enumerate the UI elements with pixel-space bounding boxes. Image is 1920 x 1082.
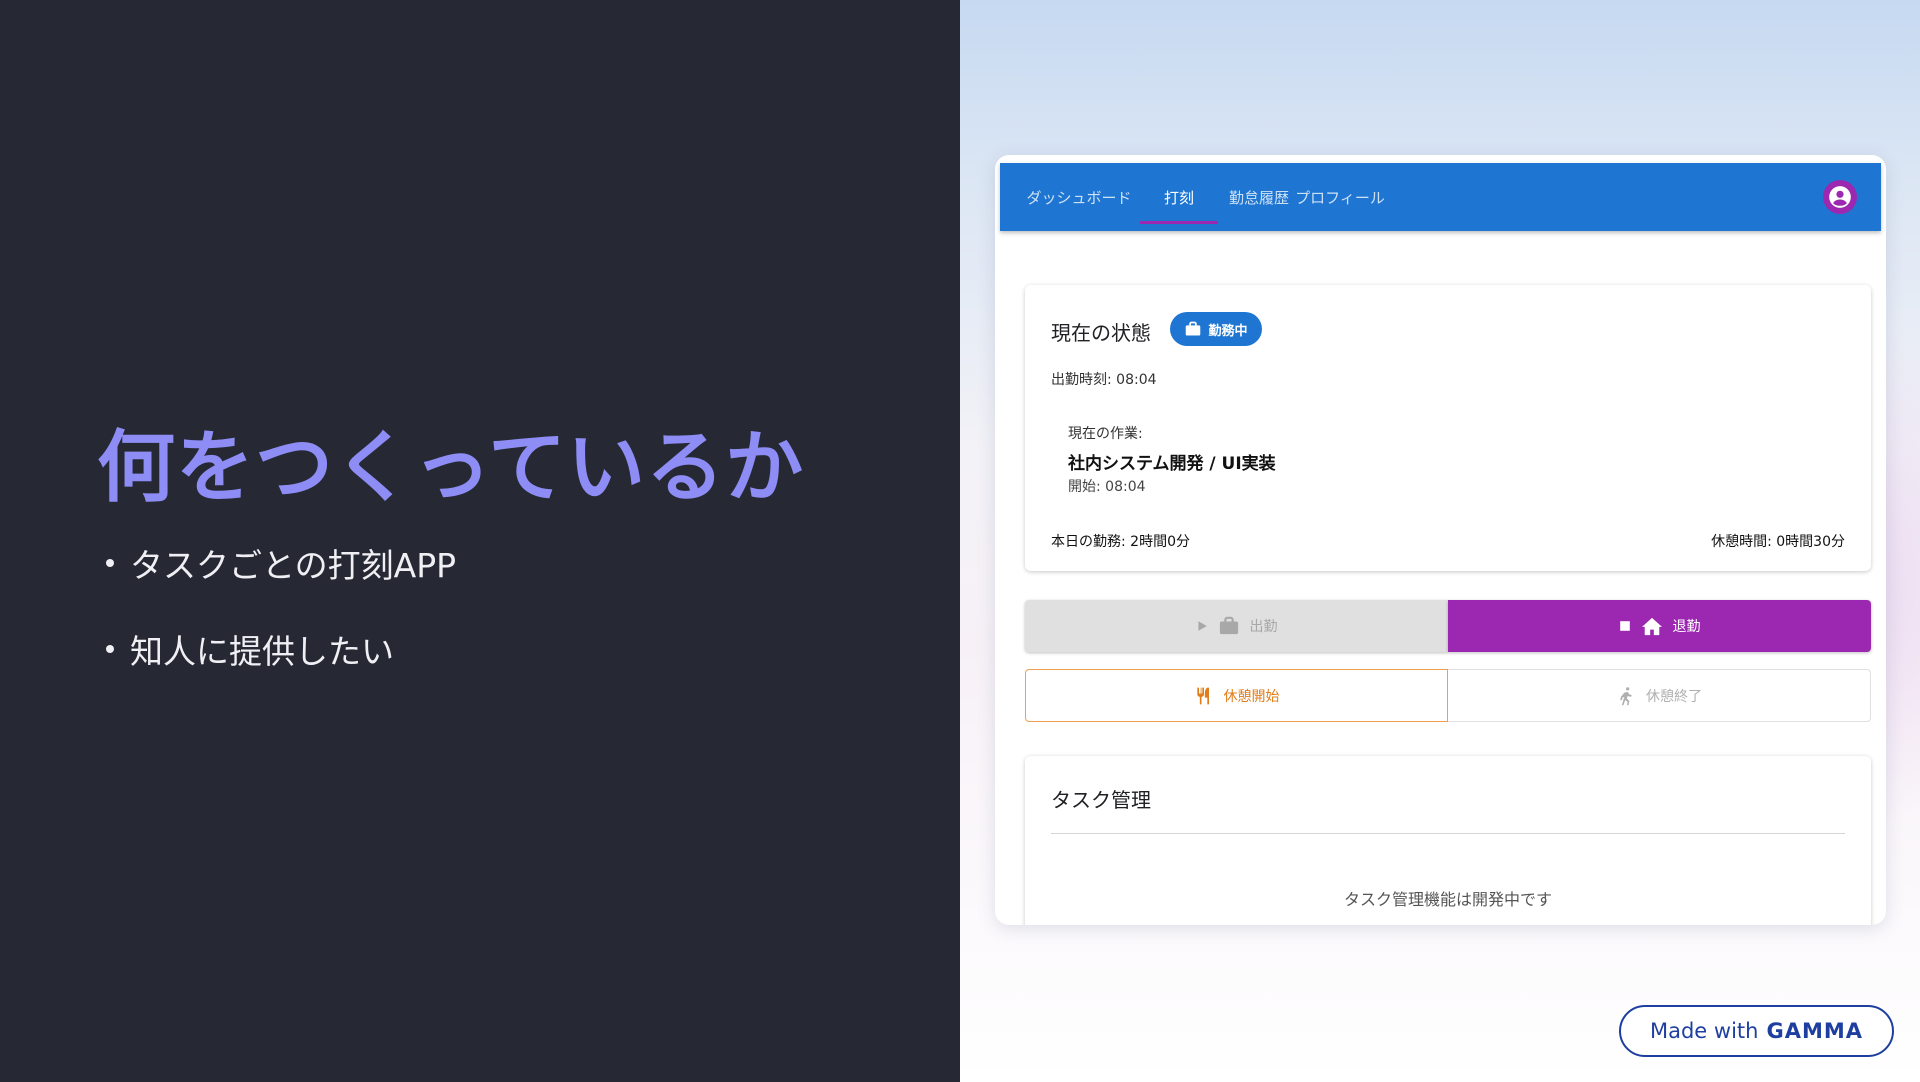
bullet-dot-icon (106, 559, 114, 567)
made-with-gamma-badge[interactable]: Made with GAMMA (1619, 1005, 1894, 1057)
break-start-button[interactable]: 休憩開始 (1025, 669, 1448, 722)
today-work-time: 本日の勤務: 2時間0分 (1051, 534, 1190, 550)
status-badge-label: 勤務中 (1208, 323, 1248, 339)
slide-left-panel: 何をつくっているか タスクごとの打刻APP 知人に提供したい (0, 0, 960, 1082)
running-person-icon (1620, 686, 1632, 705)
clock-out-button[interactable]: 退勤 (1448, 600, 1871, 652)
break-end-button[interactable]: 休憩終了 (1448, 669, 1871, 722)
bullet-text: 知人に提供したい (130, 632, 394, 671)
status-title: 現在の状態 (1051, 321, 1151, 345)
play-icon (1197, 621, 1207, 631)
current-task-label: 現在の作業: (1068, 426, 1143, 442)
slide-title: 何をつくっているか (97, 423, 805, 513)
clock-in-label: 出勤 (1249, 619, 1278, 635)
bullet-dot-icon (106, 645, 114, 653)
current-task-start: 開始: 08:04 (1068, 479, 1146, 495)
tab-attendance-history[interactable]: 勤怠履歴 (1226, 163, 1292, 231)
app-nav-bar: ダッシュボード 打刻 勤怠履歴 プロフィール (1000, 163, 1881, 231)
home-icon (1641, 617, 1662, 636)
bullet-list: タスクごとの打刻APP 知人に提供したい (106, 538, 456, 710)
bullet-item: 知人に提供したい (106, 624, 456, 674)
clock-out-label: 退勤 (1672, 619, 1701, 635)
task-card: タスク管理 タスク管理機能は開発中です (1025, 756, 1871, 925)
restaurant-icon (1196, 687, 1209, 704)
gamma-logo: GAMMA (1766, 1019, 1863, 1043)
break-start-label: 休憩開始 (1223, 688, 1280, 705)
task-title: タスク管理 (1051, 788, 1151, 812)
clock-in-button[interactable]: 出勤 (1025, 600, 1448, 652)
user-avatar-button[interactable] (1823, 180, 1857, 214)
briefcase-icon (1186, 321, 1201, 336)
tab-punch[interactable]: 打刻 (1140, 163, 1218, 231)
made-with-label: Made with (1649, 1019, 1759, 1043)
status-badge: 勤務中 (1170, 312, 1262, 346)
app-screenshot: ダッシュボード 打刻 勤怠履歴 プロフィール 現在の状態 勤務中 出勤時刻: 0… (995, 155, 1886, 925)
bullet-text: タスクごとの打刻APP (130, 546, 457, 585)
tab-dashboard[interactable]: ダッシュボード (1027, 163, 1132, 231)
task-message: タスク管理機能は開発中です (1343, 890, 1552, 909)
task-divider (1051, 833, 1845, 834)
briefcase-icon (1219, 616, 1238, 635)
tab-profile[interactable]: プロフィール (1295, 163, 1385, 231)
stop-icon (1619, 621, 1630, 631)
account-circle-icon (1829, 186, 1851, 208)
break-time: 休憩時間: 0時間30分 (1711, 534, 1845, 550)
bullet-item: タスクごとの打刻APP (106, 538, 456, 588)
break-end-label: 休憩終了 (1646, 688, 1702, 705)
status-card: 現在の状態 勤務中 出勤時刻: 08:04 現在の作業: 社内システム開発 / … (1025, 285, 1871, 571)
current-task-name: 社内システム開発 / UI実装 (1068, 454, 1276, 474)
clock-in-time: 出勤時刻: 08:04 (1051, 372, 1157, 388)
